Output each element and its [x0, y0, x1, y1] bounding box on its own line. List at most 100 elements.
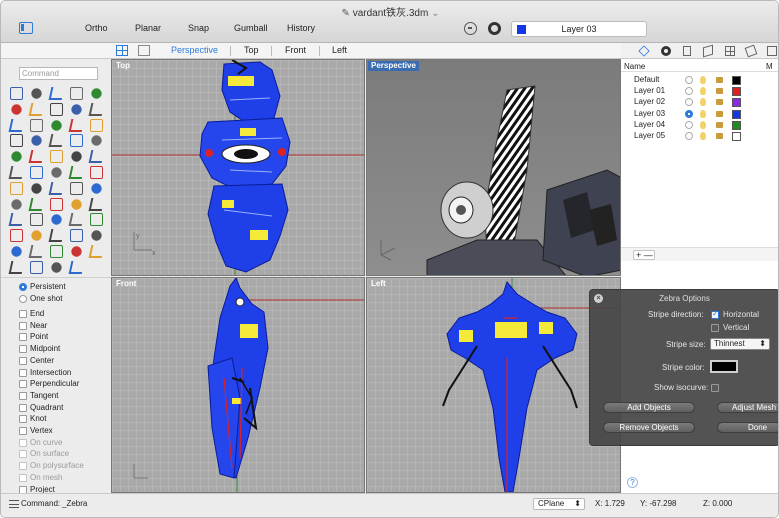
object-properties-icon[interactable]: [703, 44, 713, 58]
sphere-tool-icon[interactable]: [88, 102, 105, 116]
current-layer-radio[interactable]: [685, 132, 693, 140]
adjust-mesh-button[interactable]: Adjust Mesh: [717, 402, 778, 413]
point-tool-icon[interactable]: [10, 87, 23, 100]
patch-tool-icon[interactable]: [68, 118, 85, 132]
current-layer-select[interactable]: Layer 03: [511, 21, 647, 37]
visibility-bulb-icon[interactable]: [700, 98, 706, 107]
rendering-icon[interactable]: [744, 44, 758, 58]
layer-row[interactable]: Layer 02: [621, 97, 778, 108]
osnap-toggle-icon[interactable]: [488, 22, 501, 35]
tab-perspective[interactable]: Perspective: [171, 45, 218, 55]
record-history-icon[interactable]: [464, 22, 477, 35]
tool-tool-icon[interactable]: [8, 260, 25, 274]
tool-tool-icon[interactable]: [30, 260, 43, 274]
remove-objects-button[interactable]: Remove Objects: [603, 422, 695, 433]
layer-row[interactable]: Layer 03: [621, 109, 778, 120]
box-tool-icon[interactable]: [71, 104, 82, 115]
tab-front[interactable]: Front: [285, 45, 306, 55]
cylinder-tool-icon[interactable]: [8, 118, 25, 132]
layer-color-swatch[interactable]: [732, 76, 741, 85]
snap-button[interactable]: Snap: [188, 23, 209, 33]
layer-color-swatch[interactable]: [732, 132, 741, 141]
command-history-icon[interactable]: [9, 500, 19, 508]
viewport-perspective[interactable]: Perspective: [366, 59, 621, 276]
arc-tool-icon[interactable]: [70, 87, 83, 100]
layer-row[interactable]: Layer 01: [621, 86, 778, 97]
layer-row[interactable]: Default: [621, 75, 778, 86]
smooth-tool-icon[interactable]: [11, 246, 22, 257]
dimension-tool-icon[interactable]: [70, 181, 83, 195]
tool-tool-icon[interactable]: [51, 262, 62, 273]
visibility-bulb-icon[interactable]: [700, 120, 706, 129]
layer-row[interactable]: Layer 04: [621, 120, 778, 131]
ortho-button[interactable]: Ortho: [85, 23, 108, 33]
four-view-layout-icon[interactable]: [116, 45, 128, 56]
layers-icon[interactable]: [638, 45, 650, 57]
lock-icon[interactable]: [716, 77, 723, 83]
history-button[interactable]: History: [287, 23, 315, 33]
viewport-top[interactable]: Top y x: [111, 59, 365, 276]
curvature-tool-icon[interactable]: [31, 183, 42, 194]
horizontal-checkbox[interactable]: ✓: [711, 309, 719, 319]
show-isocurve-checkbox[interactable]: [711, 384, 719, 392]
circle-tool-icon[interactable]: [91, 88, 102, 99]
render-tool-icon[interactable]: [28, 197, 45, 211]
surface-tool-icon[interactable]: [51, 119, 62, 131]
cplane-select[interactable]: CPlane ⬍: [533, 498, 585, 510]
sphere-render-tool-icon[interactable]: [70, 229, 83, 243]
layer-color-swatch[interactable]: [732, 109, 741, 119]
grid-tool-icon[interactable]: [88, 197, 105, 211]
viewport-left[interactable]: Left: [366, 277, 621, 493]
copy-tool-icon[interactable]: [8, 166, 25, 179]
revolve-tool-icon[interactable]: [10, 134, 23, 148]
visibility-bulb-icon[interactable]: [700, 87, 706, 96]
tool-tool-icon[interactable]: [71, 246, 82, 257]
polygon-tool-icon[interactable]: [28, 102, 45, 116]
materials-icon[interactable]: [661, 46, 671, 56]
align-tool-icon[interactable]: [68, 166, 85, 179]
layer-tool-icon[interactable]: [11, 198, 22, 210]
current-layer-radio[interactable]: [685, 87, 693, 96]
analyze-tool-icon[interactable]: [90, 166, 103, 179]
current-layer-radio[interactable]: [685, 120, 693, 129]
visibility-bulb-icon[interactable]: [700, 132, 706, 140]
done-button[interactable]: Done: [717, 422, 778, 433]
stripe-size-select[interactable]: Thinnest ⬍: [710, 338, 770, 350]
tab-left[interactable]: Left: [332, 45, 347, 55]
help-icon[interactable]: ?: [627, 477, 638, 488]
tool-tool-icon[interactable]: [50, 245, 63, 258]
hatch-tool-icon[interactable]: [91, 183, 102, 194]
explode-tool-icon[interactable]: [70, 134, 83, 148]
text-tool-icon[interactable]: [48, 181, 65, 195]
rectangle-tool-icon[interactable]: [48, 87, 65, 100]
current-layer-radio[interactable]: [685, 76, 693, 84]
layer-color-swatch[interactable]: [732, 87, 741, 97]
current-layer-radio[interactable]: [685, 98, 693, 107]
single-view-layout-icon[interactable]: [138, 45, 150, 56]
point-cloud-tool-icon[interactable]: [10, 229, 23, 243]
panel-tool-icon[interactable]: [28, 245, 45, 258]
lock-icon[interactable]: [716, 133, 723, 139]
add-objects-button[interactable]: Add Objects: [603, 402, 695, 413]
layer-color-swatch[interactable]: [732, 120, 741, 130]
stripe-color-swatch[interactable]: [710, 360, 738, 373]
tool-tool-icon[interactable]: [88, 245, 105, 258]
vertical-checkbox[interactable]: [711, 324, 719, 332]
lock-icon[interactable]: [716, 110, 723, 117]
fillet-tool-icon[interactable]: [50, 102, 63, 116]
extrude-tool-icon[interactable]: [30, 118, 43, 132]
zebra-tool-icon[interactable]: [10, 181, 23, 195]
named-views-icon[interactable]: [767, 46, 777, 56]
command-line-input[interactable]: _Zebra: [62, 499, 87, 508]
current-layer-radio[interactable]: [685, 109, 693, 118]
lock-icon[interactable]: [716, 121, 723, 128]
material-tool-icon[interactable]: [50, 197, 63, 211]
mirror-tool-icon[interactable]: [50, 150, 63, 164]
planar-button[interactable]: Planar: [135, 23, 161, 33]
freeform-tool-icon[interactable]: [11, 104, 22, 115]
visibility-bulb-icon[interactable]: [700, 76, 706, 84]
layer-color-swatch[interactable]: [732, 98, 741, 108]
lock-icon[interactable]: [716, 99, 723, 106]
clipping-tool-icon[interactable]: [30, 213, 43, 227]
command-input[interactable]: Command: [19, 67, 98, 80]
